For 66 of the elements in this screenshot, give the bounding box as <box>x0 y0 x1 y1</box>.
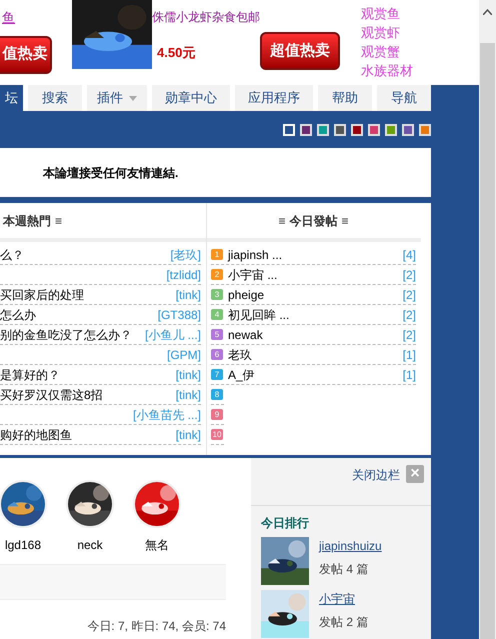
nav-tab[interactable]: 坛 <box>0 85 23 111</box>
thread-link[interactable]: 别的金鱼吃没了怎么办？ <box>0 326 132 344</box>
rank-badge: 7 <box>211 369 223 380</box>
menu-icon[interactable]: ≡ <box>278 212 286 230</box>
scrollbar[interactable] <box>479 0 496 639</box>
hot-sale-button[interactable]: 超值热卖 <box>260 32 340 70</box>
hot-sale-button[interactable]: 值热卖 <box>0 36 52 74</box>
nav-tab[interactable]: 插件 <box>87 85 147 111</box>
post-count: [1] <box>402 346 416 364</box>
thread-link[interactable]: 怎么办 <box>0 306 36 324</box>
post-count: [2] <box>402 306 416 324</box>
notice-text: 本論壇接受任何友情連結. <box>43 164 178 182</box>
scroll-up-icon[interactable] <box>483 9 492 15</box>
rank-badge: 5 <box>211 329 223 340</box>
ranking-title: 今日排行 <box>261 515 310 532</box>
nav-tab[interactable]: 导航 <box>377 85 431 111</box>
thread-link[interactable]: 购好的地图鱼 <box>0 426 72 444</box>
rank-badge: 3 <box>211 289 223 300</box>
nav-tab[interactable]: 搜索 <box>28 85 82 111</box>
nav-tab[interactable]: 应用程序 <box>235 85 313 111</box>
rank-badge: 2 <box>211 269 223 280</box>
user-link[interactable]: 老玖 <box>228 346 252 364</box>
user-link[interactable]: 小宇宙 ... <box>228 266 278 284</box>
category-link[interactable]: 观赏鱼 <box>361 4 413 23</box>
product-title[interactable]: 侏儒小龙虾杂食包邮 <box>152 8 260 26</box>
rank-badge: 6 <box>211 349 223 360</box>
rank-badge: 1 <box>211 249 223 260</box>
category-link[interactable]: 观赏蟹 <box>361 42 413 61</box>
rank-badge: 10 <box>211 429 223 440</box>
category-link[interactable]: 水族器材 <box>361 61 413 80</box>
user-link[interactable]: jiapinsh ... <box>228 246 282 264</box>
category-link[interactable]: 观赏虾 <box>361 23 413 42</box>
thread-link[interactable]: 买好罗汉仅需这8招 <box>0 386 103 404</box>
post-count: [4] <box>402 246 416 264</box>
scroll-thumb[interactable] <box>480 43 495 639</box>
post-count: [2] <box>402 286 416 304</box>
member-name[interactable]: lgd168 <box>4 536 42 554</box>
stats-text: 今日: 7, 昨日: 74, 会员: 74 <box>87 619 226 633</box>
user-link[interactable]: newak <box>228 326 263 344</box>
rank-badge: 4 <box>211 309 223 320</box>
user-link[interactable]: A_伊 <box>228 366 255 384</box>
section-title: 今日發帖 <box>290 212 338 230</box>
nav-tab[interactable]: 帮助 <box>318 85 372 111</box>
user-link[interactable]: 初见回眸 ... <box>228 306 290 324</box>
thread-link[interactable]: 买回家后的处理 <box>0 286 84 304</box>
nav-tab[interactable]: 勋章中心 <box>152 85 230 111</box>
rank-badge: 9 <box>211 409 223 420</box>
section-title: 本週熱門 <box>3 212 51 230</box>
thread-link[interactable]: 么？ <box>0 246 24 264</box>
price: 4.50元 <box>157 44 196 62</box>
user-link[interactable]: 小宇宙 <box>319 590 368 608</box>
post-count: [2] <box>402 266 416 284</box>
user-link[interactable]: pheige <box>228 286 264 304</box>
user-link[interactable]: jiapinshuizu <box>319 537 382 555</box>
member-name[interactable]: 無名 <box>145 536 169 554</box>
post-count: [2] <box>402 326 416 344</box>
thread-link[interactable]: 是算好的？ <box>0 366 60 384</box>
post-count: [1] <box>402 366 416 384</box>
menu-icon[interactable]: ≡ <box>342 212 349 230</box>
post-count: 发帖 2 篇 <box>319 614 368 631</box>
menu-icon[interactable]: ≡ <box>55 212 62 230</box>
rank-badge: 8 <box>211 389 223 400</box>
member-name[interactable]: neck <box>77 536 103 554</box>
category-link[interactable]: 鱼 <box>2 8 15 28</box>
post-count: 发帖 4 篇 <box>319 561 370 578</box>
close-sidebar-link[interactable]: 关闭边栏 <box>352 466 400 484</box>
